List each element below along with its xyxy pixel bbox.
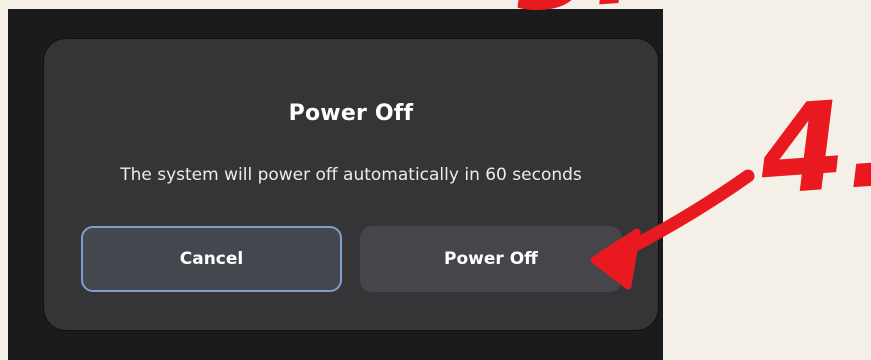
power-off-button[interactable]: Power Off — [360, 226, 622, 292]
previous-step-number: 3. — [511, 0, 638, 36]
cancel-button[interactable]: Cancel — [81, 226, 342, 292]
power-off-dialog: Power Off The system will power off auto… — [44, 39, 658, 330]
dialog-message: The system will power off automatically … — [120, 165, 582, 185]
dialog-title: Power Off — [288, 101, 414, 126]
power-off-button-label: Power Off — [444, 249, 538, 269]
cancel-button-label: Cancel — [179, 249, 244, 269]
tutorial-screenshot: Power Off The system will power off auto… — [0, 0, 871, 360]
step-number: 4. — [755, 71, 871, 223]
